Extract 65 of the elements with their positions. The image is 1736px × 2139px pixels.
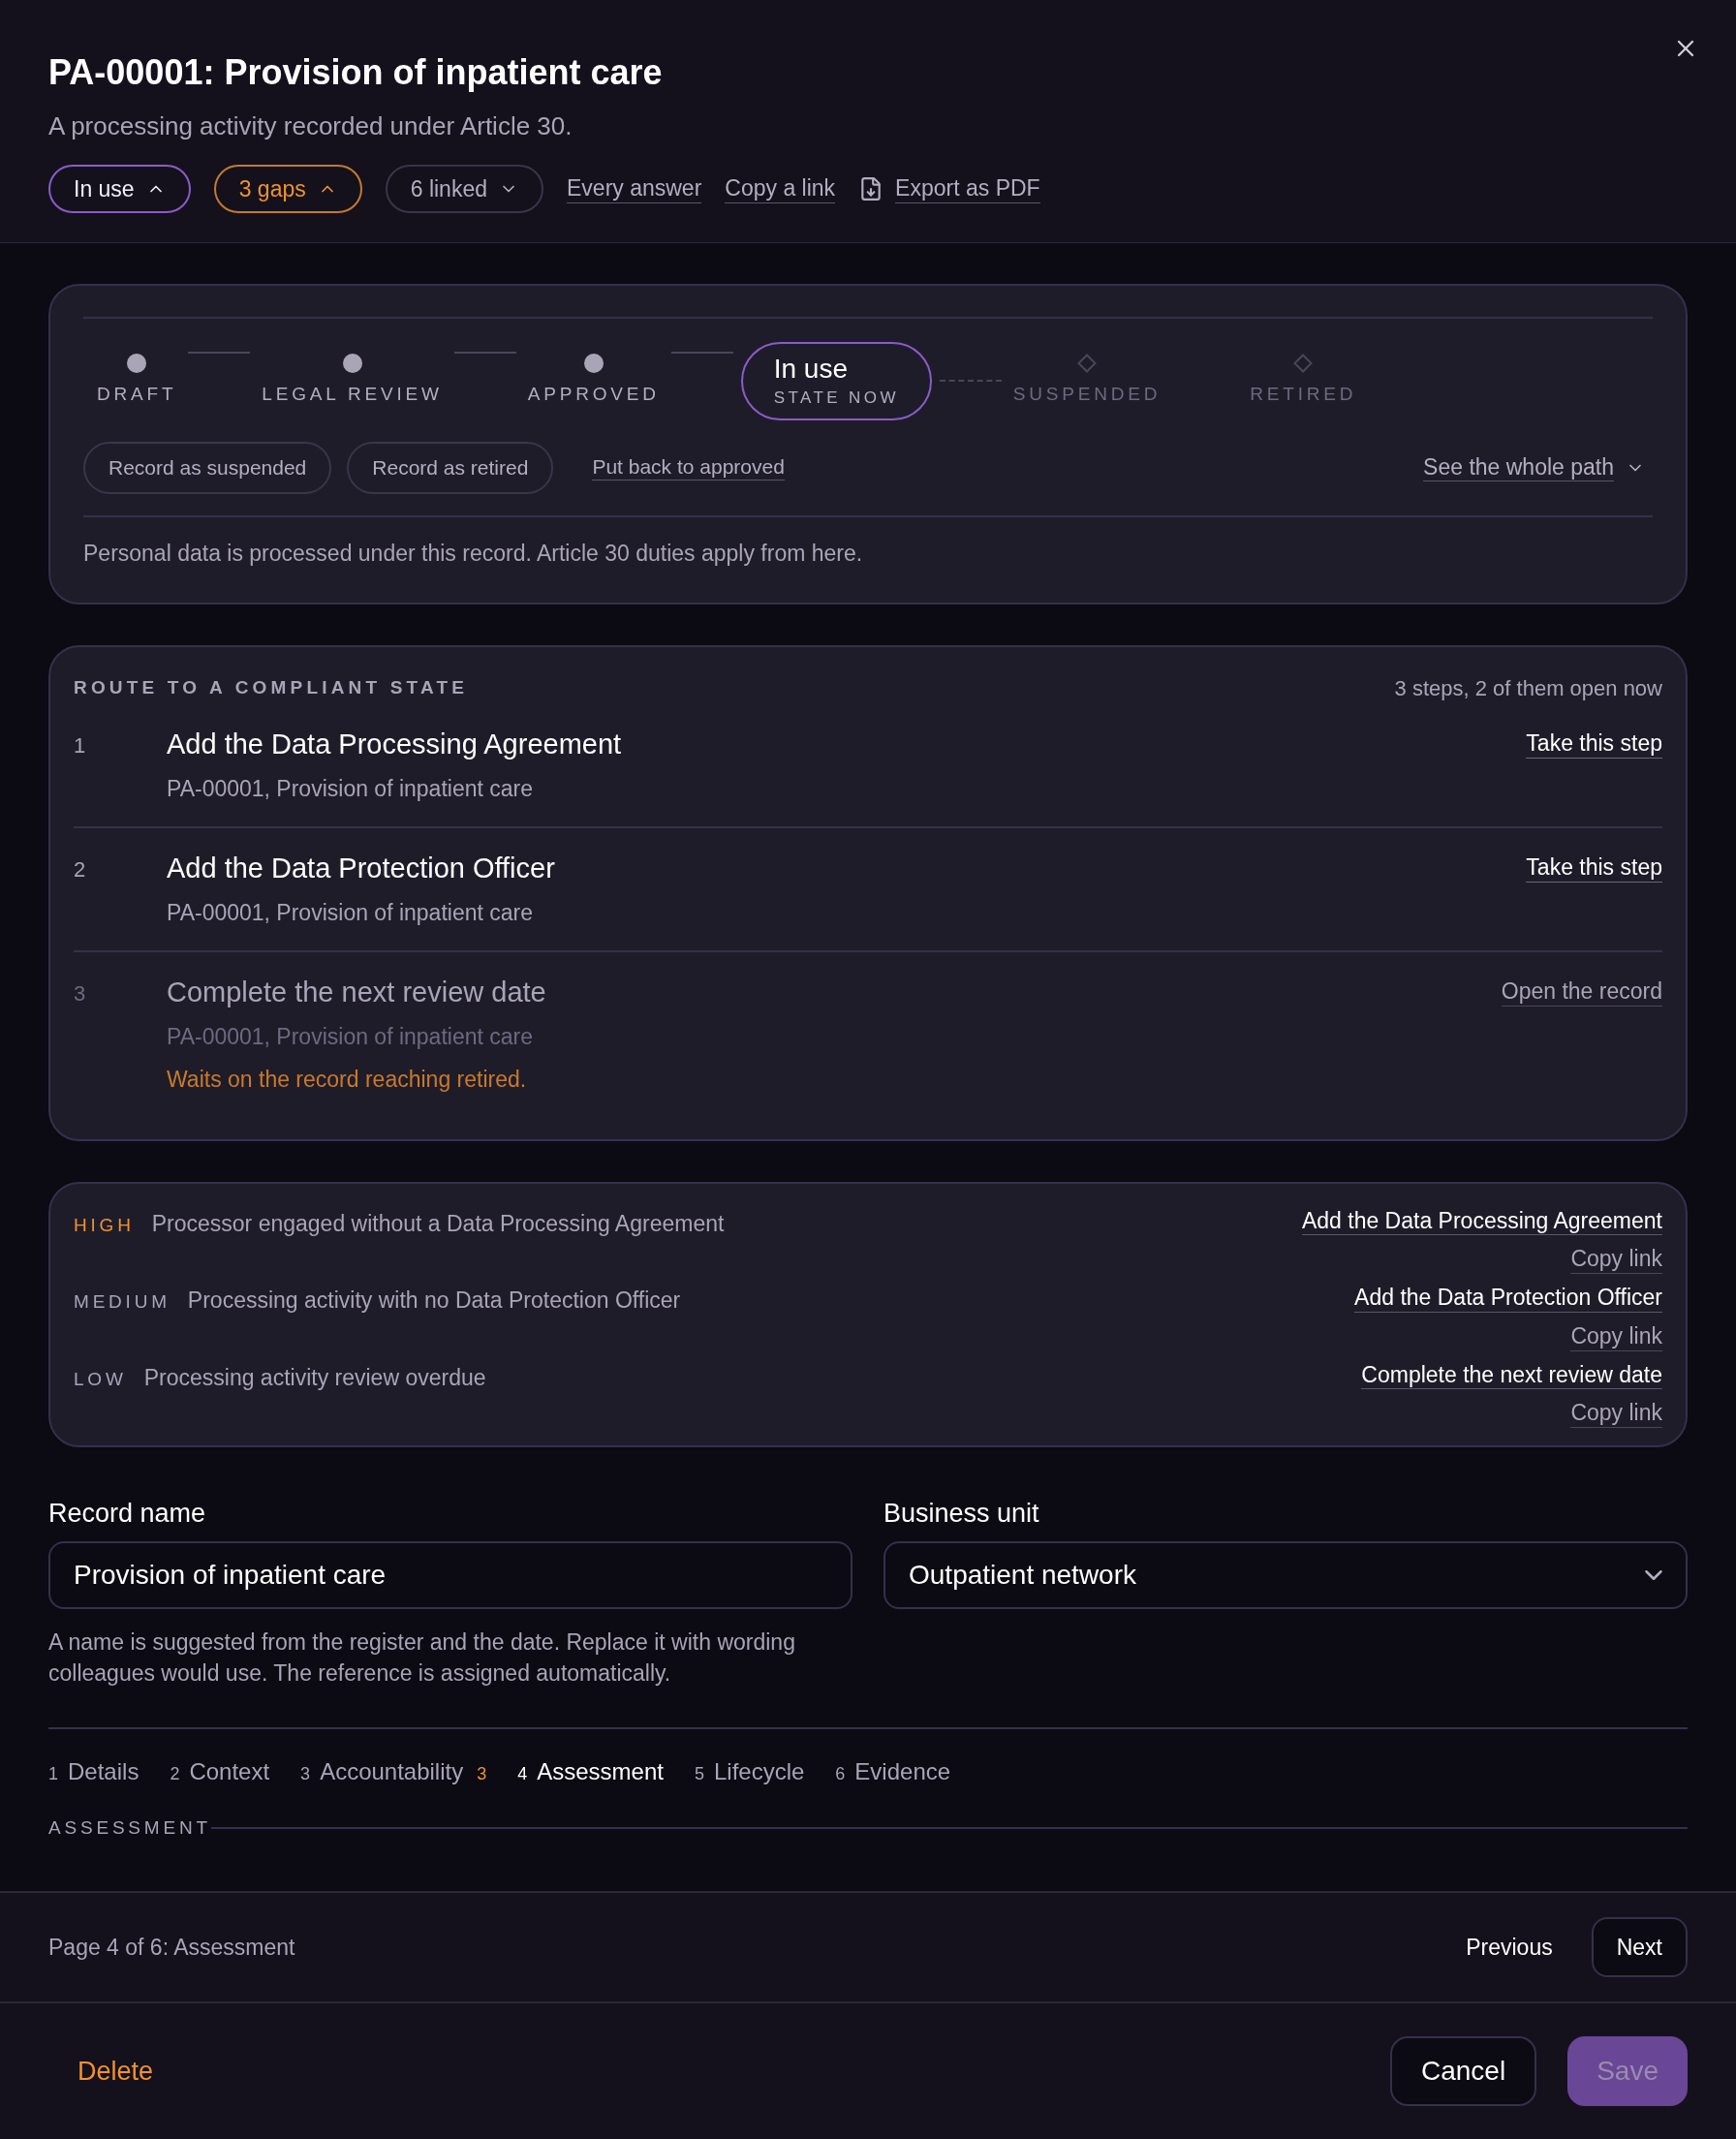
field-label: Business unit	[884, 1498, 1040, 1530]
header-link[interactable]: Export as PDF	[895, 174, 1040, 203]
gap-action-link[interactable]: Complete the next review date	[1361, 1360, 1662, 1390]
gap-description: Processing activity review overdue	[143, 1363, 486, 1392]
step-label: SUSPENDED	[1012, 383, 1162, 406]
step-label: APPROVED	[527, 383, 660, 406]
step-label: LEGAL REVIEW	[262, 383, 443, 406]
status-chip[interactable]: In use	[48, 165, 191, 213]
field-label: Record name	[48, 1498, 207, 1530]
gap-description: Processing activity with no Data Protection Officer	[187, 1286, 681, 1315]
gap-description: Processor engaged without a Data Processing Agreement	[151, 1209, 725, 1238]
lifecycle-note: Personal data is processed under this record. Article 30 duties apply from here.	[83, 539, 864, 568]
header-link[interactable]: Copy a link	[725, 174, 836, 203]
step-action-link[interactable]: Take this step	[1526, 853, 1662, 883]
section-tab[interactable]: 1 Details	[48, 1753, 140, 1789]
section-tab[interactable]: 4 Assessment	[517, 1753, 664, 1789]
gap-action-link[interactable]: Add the Data Protection Officer	[1354, 1284, 1662, 1313]
pagination-button[interactable]: Next	[1591, 1917, 1688, 1977]
section-tab[interactable]: 2 Context	[170, 1753, 270, 1789]
severity-label: MEDIUM	[74, 1290, 170, 1314]
step-subtitle: PA-00001, Provision of inpatient care	[167, 1022, 535, 1051]
section-tab[interactable]: 5 Lifecycle	[694, 1753, 805, 1789]
dialog-title: PA-00001: Provision of inpatient care	[48, 51, 664, 94]
business-unit-select[interactable]: Outpatient network	[884, 1540, 1688, 1609]
cancel-button[interactable]: Cancel	[1390, 2036, 1537, 2106]
severity-label: LOW	[74, 1367, 127, 1391]
section-tab[interactable]: 6 Evidence	[835, 1753, 951, 1789]
copy-link[interactable]: Copy link	[1570, 1399, 1662, 1428]
gap-action-link[interactable]: Add the Data Processing Agreement	[1301, 1206, 1662, 1236]
copy-link[interactable]: Copy link	[1570, 1245, 1662, 1274]
delete-button[interactable]: Delete	[78, 2051, 154, 2092]
step-subtitle: PA-00001, Provision of inpatient care	[167, 774, 535, 803]
dialog-subtitle: A processing activity recorded under Article 30.	[48, 110, 574, 142]
step-number: 2	[74, 856, 87, 884]
status-chip[interactable]: 3 gaps	[213, 165, 362, 213]
chevron-down-icon	[1645, 1569, 1662, 1580]
header-link[interactable]: Every answer	[567, 174, 702, 203]
tab-count: 3	[477, 1762, 487, 1785]
step-note: Waits on the record reaching retired.	[167, 1066, 528, 1094]
section-tab[interactable]: 3 Accountability 3	[300, 1753, 487, 1789]
lifecycle-action-button[interactable]: Record as retired	[347, 441, 554, 494]
field-help-text: A name is suggested from the register and the date. Replace it with wording colleagues would use. The reference is assigned automatically.	[48, 1628, 796, 1688]
severity-label: HIGH	[74, 1213, 135, 1237]
step-action-link[interactable]: Take this step	[1526, 729, 1662, 759]
current-state-pill: In use STATE NOW	[740, 342, 932, 420]
lifecycle-action-button[interactable]: Record as suspended	[83, 441, 332, 494]
step-label: DRAFT	[97, 383, 177, 406]
record-name-field[interactable]: Provision of inpatient care	[48, 1540, 852, 1609]
step-title: Add the Data Processing Agreement	[167, 728, 623, 761]
step-subtitle: PA-00001, Provision of inpatient care	[167, 898, 535, 927]
step-number: 1	[74, 732, 87, 760]
step-title: Complete the next review date	[167, 976, 547, 1009]
lifecycle-action-link[interactable]: Put back to approved	[592, 453, 785, 481]
status-chip[interactable]: 6 linked	[385, 165, 543, 213]
pagination-button[interactable]: Previous	[1466, 1917, 1553, 1977]
route-summary: 3 steps, 2 of them open now	[1394, 675, 1662, 702]
copy-link[interactable]: Copy link	[1570, 1321, 1662, 1351]
step-label: RETIRED	[1250, 383, 1357, 406]
step-title: Add the Data Protection Officer	[167, 852, 556, 885]
page-indicator: Page 4 of 6: Assessment	[48, 1933, 295, 1962]
step-number: 3	[74, 980, 87, 1008]
whole-path-toggle[interactable]: See the whole path	[1423, 452, 1645, 482]
step-action-link[interactable]: Open the record	[1501, 977, 1662, 1007]
route-title: ROUTE TO A COMPLIANT STATE	[74, 676, 469, 700]
section-heading: ASSESSMENT	[48, 1815, 211, 1840]
